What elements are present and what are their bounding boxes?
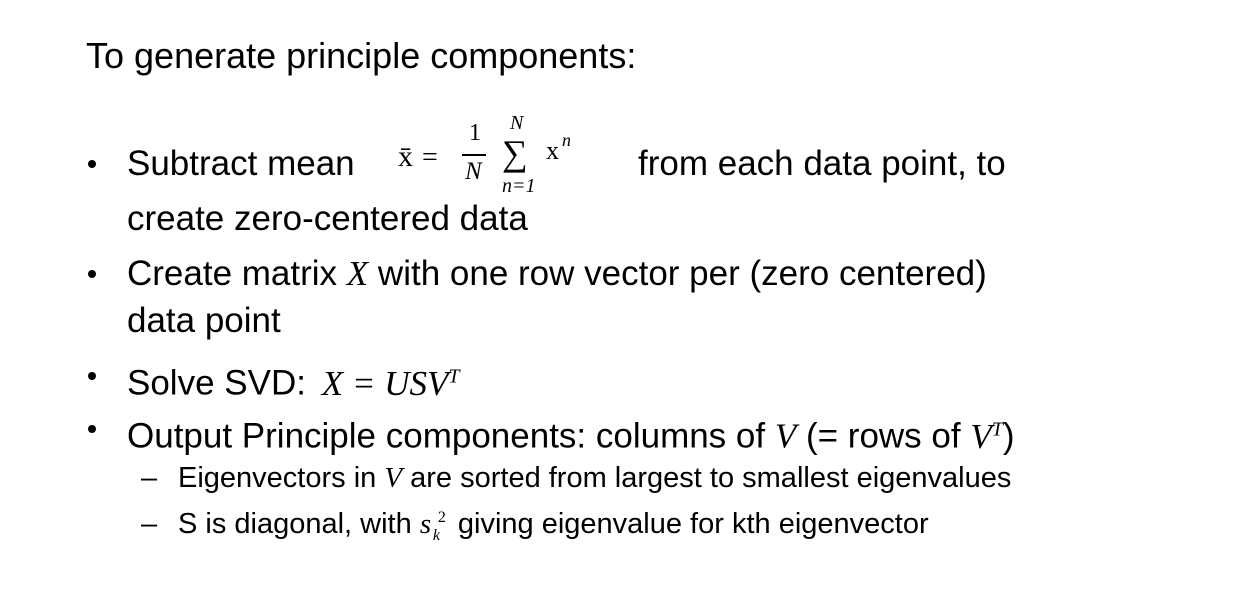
bullet-point: [88, 270, 96, 278]
formula-exponent: n: [562, 130, 571, 150]
sub-2-text-b: giving eigenvalue for kth eigenvector: [457, 508, 929, 540]
sub-2-text-a: S is diagonal, with: [178, 508, 412, 540]
formula-xbar: x̄: [398, 140, 413, 173]
bullet-4-text-c: ): [1002, 416, 1015, 456]
fraction-bar: [462, 154, 486, 156]
bullet-4-text-b: (= rows of: [805, 416, 961, 456]
vt-var: VT: [970, 417, 1003, 456]
bullet-2-line2: data point: [127, 301, 281, 340]
sub-1-text-a: Eigenvectors in: [178, 462, 377, 494]
formula-numerator: 1: [469, 120, 481, 146]
bullet-point: [88, 425, 96, 433]
slide-title: To generate principle components:: [86, 35, 637, 76]
formula-sigma: ∑: [502, 133, 528, 173]
sub-bullet-dash: –: [141, 462, 158, 494]
sub-bullet-dash: –: [141, 508, 158, 540]
sub-bullet-1-text: Eigenvectors in V are sorted from larges…: [178, 460, 1011, 496]
bullet-4-text-a: Output Principle components: columns of: [127, 416, 766, 456]
bullet-2-text-b: with one row vector per (zero centered): [377, 254, 987, 293]
bullet-point: [88, 372, 96, 380]
svd-equation: X = USVT: [322, 364, 460, 403]
bullet-2-text: Create matrix X with one row vector per …: [127, 252, 987, 296]
sub-1-text-b: are sorted from largest to smallest eige…: [410, 462, 1012, 494]
bullet-4-text: Output Principle components: columns of …: [127, 407, 1015, 459]
sk-superscript: 2: [437, 509, 446, 526]
svd-equation-body: X = USV: [321, 363, 449, 403]
svd-transpose: T: [448, 365, 460, 387]
bullet-3-text: Solve SVD: X = USVT: [127, 354, 459, 406]
bullet-1-line2: create zero-centered data: [127, 199, 528, 238]
sub-bullet-2-text: S is diagonal, with sk2 giving eigenvalu…: [178, 506, 929, 544]
sk-squared: sk2: [419, 506, 450, 544]
bullet-1-text-after: from each data point, to: [638, 144, 1006, 183]
formula-equals: =: [422, 142, 438, 173]
sub-1-v-var: V: [384, 462, 403, 494]
sk-base: s: [419, 508, 432, 540]
mean-formula: x̄ = 1 N N ∑ x n n=1: [396, 112, 596, 202]
vt-transpose: T: [991, 418, 1003, 440]
v-var: V: [774, 416, 797, 456]
formula-lower-limit: n=1: [502, 175, 536, 197]
bullet-1-text: Subtract mean: [127, 144, 355, 183]
bullet-2-text-a: Create matrix: [127, 254, 338, 293]
bullet-3-label: Solve SVD:: [127, 363, 306, 403]
formula-term: x: [546, 136, 559, 165]
matrix-x-var: X: [346, 254, 369, 293]
vt-base: V: [970, 416, 992, 456]
bullet-point: [88, 160, 96, 168]
formula-denominator: N: [465, 158, 482, 185]
